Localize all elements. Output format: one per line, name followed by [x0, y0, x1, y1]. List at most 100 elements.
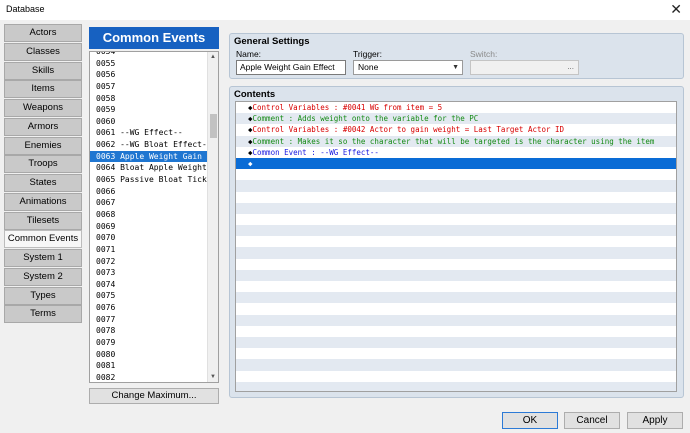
- sidebar-item-actors[interactable]: Actors: [4, 24, 82, 42]
- command-row[interactable]: [236, 247, 676, 259]
- common-events-panel: Common Events 0054 0055 0056 0057 0058 0059 00…: [89, 27, 219, 383]
- sidebar-item-animations[interactable]: Animations: [4, 192, 82, 211]
- list-item[interactable]: 0077: [90, 314, 208, 326]
- sidebar-item-classes[interactable]: Classes: [4, 42, 82, 61]
- general-settings-group: General Settings Name: Apple Weight Gain…: [229, 33, 684, 79]
- list-item[interactable]: 0079: [90, 337, 208, 349]
- command-row[interactable]: [236, 192, 676, 203]
- sidebar-item-enemies[interactable]: Enemies: [4, 136, 82, 155]
- command-marker-icon: ◆: [248, 158, 253, 168]
- sidebar-item-system-1[interactable]: System 1: [4, 249, 82, 267]
- common-events-list[interactable]: 0054 0055 0056 0057 0058 0059 0060 0061 --WG Ef…: [89, 51, 219, 383]
- list-item[interactable]: 0060: [90, 116, 208, 128]
- ok-button[interactable]: OK: [502, 412, 558, 429]
- command-row[interactable]: [236, 381, 676, 391]
- list-item[interactable]: 0055: [90, 58, 208, 70]
- general-settings-title: General Settings: [234, 36, 310, 47]
- close-icon[interactable]: ✕: [670, 2, 682, 16]
- sidebar-item-common-events[interactable]: Common Events: [4, 230, 82, 249]
- list-item[interactable]: 0072: [90, 256, 208, 268]
- switch-selector: ...: [470, 60, 579, 75]
- window-title: Database: [6, 4, 45, 14]
- sidebar-item-system-2[interactable]: System 2: [4, 267, 82, 286]
- list-scrollbar[interactable]: ▲ ▼: [207, 52, 218, 382]
- sidebar-item-items[interactable]: Items: [4, 80, 82, 99]
- sidebar-item-terms[interactable]: Terms: [4, 305, 82, 324]
- list-item[interactable]: 0075: [90, 290, 208, 302]
- sidebar-item-armors[interactable]: Armors: [4, 117, 82, 136]
- list-item[interactable]: 0068: [90, 209, 208, 221]
- command-row[interactable]: [236, 314, 676, 326]
- list-item[interactable]: 0058: [90, 93, 208, 105]
- list-item[interactable]: 0064 Bloat Apple Weight …: [90, 162, 208, 174]
- sidebar-item-states[interactable]: States: [4, 174, 82, 192]
- command-row[interactable]: [236, 202, 676, 214]
- trigger-value: None: [358, 62, 379, 72]
- list-item[interactable]: 0059: [90, 104, 208, 116]
- list-item[interactable]: 0065 Passive Bloat Ticker: [90, 174, 208, 186]
- command-row[interactable]: [236, 236, 676, 247]
- trigger-select[interactable]: None ▼: [353, 60, 463, 75]
- command-row[interactable]: ◆Control Variables : #0042 Actor to gain…: [236, 124, 676, 135]
- command-row[interactable]: [236, 169, 676, 180]
- apply-button[interactable]: Apply: [627, 412, 683, 429]
- command-row[interactable]: [236, 371, 676, 382]
- list-item[interactable]: 0081: [90, 360, 208, 372]
- sidebar-item-types[interactable]: Types: [4, 286, 82, 305]
- cancel-button[interactable]: Cancel: [564, 412, 620, 429]
- list-item[interactable]: 0061 --WG Effect--: [90, 127, 208, 139]
- list-item[interactable]: 0076: [90, 302, 208, 314]
- sidebar-item-tilesets[interactable]: Tilesets: [4, 211, 82, 230]
- command-row[interactable]: [236, 348, 676, 359]
- command-text: Control Variables : #0042 Actor to gain …: [252, 125, 565, 135]
- command-row[interactable]: ◆: [236, 157, 676, 170]
- command-row[interactable]: [236, 281, 676, 292]
- list-item[interactable]: 0070: [90, 232, 208, 244]
- command-text: Control Variables : #0041 WG from item =…: [252, 103, 443, 112]
- sidebar-item-skills[interactable]: Skills: [4, 61, 82, 80]
- command-row[interactable]: [236, 180, 676, 192]
- command-row[interactable]: ◆Common Event : --WG Effect--: [236, 147, 676, 158]
- change-maximum-button[interactable]: Change Maximum...: [89, 388, 219, 404]
- list-rows: 0054 0055 0056 0057 0058 0059 0060 0061 --WG Ef…: [90, 52, 208, 382]
- database-window: Actors Classes Skills Items Weapons Armors Ene…: [0, 20, 690, 433]
- command-row[interactable]: [236, 303, 676, 314]
- command-row[interactable]: [236, 214, 676, 225]
- list-item[interactable]: 0082: [90, 372, 208, 382]
- chevron-down-icon: ▼: [452, 64, 459, 71]
- title-bar: Database ✕: [0, 0, 690, 20]
- list-item[interactable]: 0069: [90, 221, 208, 233]
- sidebar-item-troops[interactable]: Troops: [4, 155, 82, 174]
- sidebar-item-weapons[interactable]: Weapons: [4, 99, 82, 117]
- command-row[interactable]: [236, 326, 676, 337]
- scroll-down-icon[interactable]: ▼: [208, 372, 218, 382]
- list-header: Common Events: [89, 27, 219, 49]
- list-item[interactable]: 0062 --WG Bloat Effect--: [90, 139, 208, 151]
- command-row[interactable]: [236, 259, 676, 270]
- command-row[interactable]: ◆Control Variables : #0041 WG from item …: [236, 102, 676, 113]
- scroll-up-icon[interactable]: ▲: [208, 52, 218, 62]
- list-item[interactable]: 0057: [90, 81, 208, 93]
- command-row[interactable]: [236, 292, 676, 304]
- list-item[interactable]: 0066: [90, 186, 208, 198]
- command-row[interactable]: [236, 269, 676, 281]
- name-input[interactable]: Apple Weight Gain Effect: [236, 60, 346, 75]
- command-row[interactable]: [236, 225, 676, 237]
- list-item[interactable]: 0074: [90, 279, 208, 291]
- list-item[interactable]: 0063 Apple Weight Gain E…: [90, 150, 208, 163]
- list-item[interactable]: 0078: [90, 325, 208, 337]
- command-row[interactable]: [236, 359, 676, 371]
- command-row[interactable]: [236, 336, 676, 349]
- scroll-thumb[interactable]: [210, 114, 217, 138]
- command-row[interactable]: ◆Comment : Adds weight onto the variable…: [236, 113, 676, 125]
- list-item[interactable]: 0071: [90, 244, 208, 256]
- command-row[interactable]: ◆Comment : Makes it so the character tha…: [236, 135, 676, 147]
- list-item[interactable]: 0054: [90, 52, 208, 58]
- command-text: Common Event : --WG Effect--: [252, 147, 379, 157]
- list-item[interactable]: 0056: [90, 69, 208, 81]
- list-item[interactable]: 0067: [90, 197, 208, 209]
- list-item[interactable]: 0080: [90, 349, 208, 361]
- list-item[interactable]: 0073: [90, 267, 208, 279]
- switch-button: ...: [567, 62, 574, 71]
- event-command-list[interactable]: ◆ Control Variables : #0041 WG from item …: [235, 101, 677, 392]
